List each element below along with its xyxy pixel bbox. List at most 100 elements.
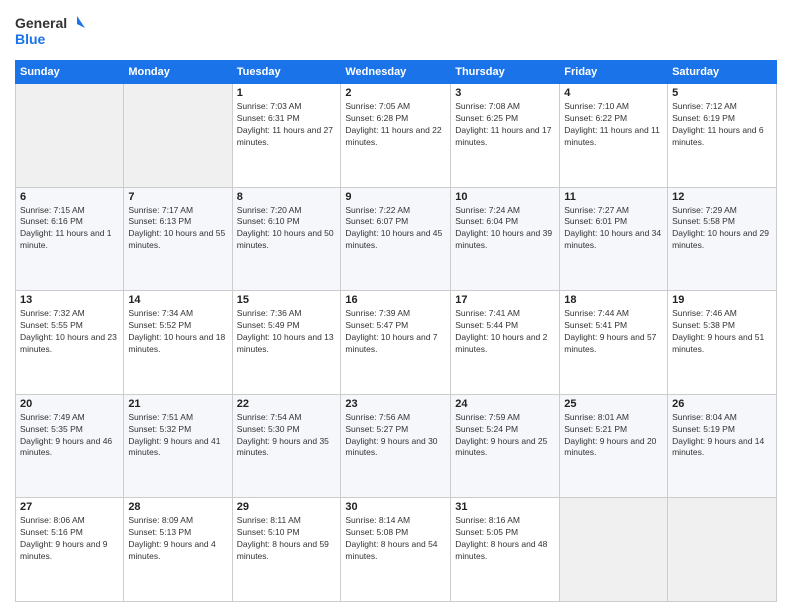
calendar-cell: 22 Sunrise: 7:54 AM Sunset: 5:30 PM Dayli… xyxy=(232,394,341,498)
calendar-cell: 2Sunrise: 7:05 AM Sunset: 6:28 PM Daylig… xyxy=(341,84,451,188)
calendar-cell: 14 Sunrise: 7:34 AM Sunset: 5:52 PM Dayli… xyxy=(124,291,232,395)
day-number: 23 xyxy=(345,398,446,410)
calendar-cell: 20Sunrise: 7:49 AM Sunset: 5:35 PM Dayli… xyxy=(16,394,124,498)
calendar-week-1: 1 Sunrise: 7:03 AM Sunset: 6:31 PM Daylig… xyxy=(16,84,777,188)
day-info: Sunrise: 7:29 AM Sunset: 5:58 PM Dayligh… xyxy=(672,205,772,253)
calendar-cell: 26 Sunrise: 8:04 AM Sunset: 5:19 PM Dayli… xyxy=(668,394,777,498)
calendar-cell: 9 Sunrise: 7:22 AM Sunset: 6:07 PM Daylig… xyxy=(341,187,451,291)
weekday-header-sunday: Sunday xyxy=(16,61,124,84)
day-info: Sunrise: 7:20 AM Sunset: 6:10 PM Dayligh… xyxy=(237,205,337,253)
day-number: 31 xyxy=(455,501,555,513)
day-number: 7 xyxy=(128,191,227,203)
day-number: 19 xyxy=(672,294,772,306)
day-number: 28 xyxy=(128,501,227,513)
day-info: Sunrise: 7:41 AM Sunset: 5:44 PM Dayligh… xyxy=(455,308,555,356)
weekday-header-row: SundayMondayTuesdayWednesdayThursdayFrid… xyxy=(16,61,777,84)
calendar-week-4: 20Sunrise: 7:49 AM Sunset: 5:35 PM Dayli… xyxy=(16,394,777,498)
calendar-cell: 7 Sunrise: 7:17 AM Sunset: 6:13 PM Daylig… xyxy=(124,187,232,291)
day-info: Sunrise: 8:16 AM Sunset: 5:05 PM Dayligh… xyxy=(455,515,555,563)
day-number: 13 xyxy=(20,294,119,306)
weekday-header-wednesday: Wednesday xyxy=(341,61,451,84)
day-number: 26 xyxy=(672,398,772,410)
day-info: Sunrise: 8:04 AM Sunset: 5:19 PM Dayligh… xyxy=(672,412,772,460)
calendar-cell: 12 Sunrise: 7:29 AM Sunset: 5:58 PM Dayli… xyxy=(668,187,777,291)
day-info: Sunrise: 7:59 AM Sunset: 5:24 PM Dayligh… xyxy=(455,412,555,460)
day-number: 18 xyxy=(564,294,663,306)
weekday-header-thursday: Thursday xyxy=(451,61,560,84)
day-info: Sunrise: 7:56 AM Sunset: 5:27 PM Dayligh… xyxy=(345,412,446,460)
weekday-header-tuesday: Tuesday xyxy=(232,61,341,84)
day-info: Sunrise: 7:24 AM Sunset: 6:04 PM Dayligh… xyxy=(455,205,555,253)
calendar-cell: 17 Sunrise: 7:41 AM Sunset: 5:44 PM Dayli… xyxy=(451,291,560,395)
day-number: 6 xyxy=(20,191,119,203)
day-number: 27 xyxy=(20,501,119,513)
day-number: 20 xyxy=(20,398,119,410)
calendar-cell: 11Sunrise: 7:27 AM Sunset: 6:01 PM Dayli… xyxy=(560,187,668,291)
day-info: Sunrise: 7:03 AM Sunset: 6:31 PM Dayligh… xyxy=(237,101,337,149)
day-number: 25 xyxy=(564,398,663,410)
calendar-cell xyxy=(560,498,668,602)
calendar-cell xyxy=(124,84,232,188)
day-number: 29 xyxy=(237,501,337,513)
day-info: Sunrise: 8:14 AM Sunset: 5:08 PM Dayligh… xyxy=(345,515,446,563)
day-number: 14 xyxy=(128,294,227,306)
day-info: Sunrise: 8:01 AM Sunset: 5:21 PM Dayligh… xyxy=(564,412,663,460)
day-number: 17 xyxy=(455,294,555,306)
day-number: 24 xyxy=(455,398,555,410)
day-number: 10 xyxy=(455,191,555,203)
calendar-cell: 13 Sunrise: 7:32 AM Sunset: 5:55 PM Dayli… xyxy=(16,291,124,395)
day-number: 12 xyxy=(672,191,772,203)
logo: General Blue xyxy=(15,10,85,52)
day-number: 16 xyxy=(345,294,446,306)
day-info: Sunrise: 7:08 AM Sunset: 6:25 PM Dayligh… xyxy=(455,101,555,149)
calendar-cell xyxy=(16,84,124,188)
day-info: Sunrise: 8:06 AM Sunset: 5:16 PM Dayligh… xyxy=(20,515,119,563)
page: General Blue SundayMondayTuesdayWednesda… xyxy=(0,0,792,612)
weekday-header-monday: Monday xyxy=(124,61,232,84)
weekday-header-saturday: Saturday xyxy=(668,61,777,84)
calendar-cell: 3Sunrise: 7:08 AM Sunset: 6:25 PM Daylig… xyxy=(451,84,560,188)
day-number: 15 xyxy=(237,294,337,306)
calendar-cell: 6 Sunrise: 7:15 AM Sunset: 6:16 PM Daylig… xyxy=(16,187,124,291)
calendar-cell xyxy=(668,498,777,602)
day-info: Sunrise: 8:11 AM Sunset: 5:10 PM Dayligh… xyxy=(237,515,337,563)
calendar-cell: 19 Sunrise: 7:46 AM Sunset: 5:38 PM Dayli… xyxy=(668,291,777,395)
calendar-cell: 18Sunrise: 7:44 AM Sunset: 5:41 PM Dayli… xyxy=(560,291,668,395)
day-info: Sunrise: 7:27 AM Sunset: 6:01 PM Dayligh… xyxy=(564,205,663,253)
calendar: SundayMondayTuesdayWednesdayThursdayFrid… xyxy=(15,60,777,602)
day-number: 9 xyxy=(345,191,446,203)
day-info: Sunrise: 7:32 AM Sunset: 5:55 PM Dayligh… xyxy=(20,308,119,356)
day-number: 22 xyxy=(237,398,337,410)
calendar-cell: 4Sunrise: 7:10 AM Sunset: 6:22 PM Daylig… xyxy=(560,84,668,188)
day-info: Sunrise: 7:51 AM Sunset: 5:32 PM Dayligh… xyxy=(128,412,227,460)
day-info: Sunrise: 7:17 AM Sunset: 6:13 PM Dayligh… xyxy=(128,205,227,253)
day-info: Sunrise: 7:39 AM Sunset: 5:47 PM Dayligh… xyxy=(345,308,446,356)
day-info: Sunrise: 7:36 AM Sunset: 5:49 PM Dayligh… xyxy=(237,308,337,356)
calendar-week-3: 13 Sunrise: 7:32 AM Sunset: 5:55 PM Dayli… xyxy=(16,291,777,395)
day-number: 1 xyxy=(237,87,337,99)
calendar-cell: 23 Sunrise: 7:56 AM Sunset: 5:27 PM Dayli… xyxy=(341,394,451,498)
svg-text:General: General xyxy=(15,15,67,31)
calendar-cell: 27 Sunrise: 8:06 AM Sunset: 5:16 PM Dayli… xyxy=(16,498,124,602)
day-info: Sunrise: 7:10 AM Sunset: 6:22 PM Dayligh… xyxy=(564,101,663,149)
calendar-cell: 30 Sunrise: 8:14 AM Sunset: 5:08 PM Dayli… xyxy=(341,498,451,602)
day-info: Sunrise: 7:54 AM Sunset: 5:30 PM Dayligh… xyxy=(237,412,337,460)
calendar-cell: 10 Sunrise: 7:24 AM Sunset: 6:04 PM Dayli… xyxy=(451,187,560,291)
day-info: Sunrise: 7:46 AM Sunset: 5:38 PM Dayligh… xyxy=(672,308,772,356)
calendar-cell: 5Sunrise: 7:12 AM Sunset: 6:19 PM Daylig… xyxy=(668,84,777,188)
day-info: Sunrise: 7:34 AM Sunset: 5:52 PM Dayligh… xyxy=(128,308,227,356)
calendar-cell: 21Sunrise: 7:51 AM Sunset: 5:32 PM Dayli… xyxy=(124,394,232,498)
header: General Blue xyxy=(15,10,777,52)
day-number: 30 xyxy=(345,501,446,513)
weekday-header-friday: Friday xyxy=(560,61,668,84)
calendar-cell: 28 Sunrise: 8:09 AM Sunset: 5:13 PM Dayli… xyxy=(124,498,232,602)
day-info: Sunrise: 8:09 AM Sunset: 5:13 PM Dayligh… xyxy=(128,515,227,563)
logo-svg: General Blue xyxy=(15,10,85,52)
calendar-cell: 29 Sunrise: 8:11 AM Sunset: 5:10 PM Dayli… xyxy=(232,498,341,602)
calendar-cell: 15 Sunrise: 7:36 AM Sunset: 5:49 PM Dayli… xyxy=(232,291,341,395)
calendar-cell: 25 Sunrise: 8:01 AM Sunset: 5:21 PM Dayli… xyxy=(560,394,668,498)
day-info: Sunrise: 7:15 AM Sunset: 6:16 PM Dayligh… xyxy=(20,205,119,253)
calendar-cell: 31 Sunrise: 8:16 AM Sunset: 5:05 PM Dayli… xyxy=(451,498,560,602)
calendar-week-5: 27 Sunrise: 8:06 AM Sunset: 5:16 PM Dayli… xyxy=(16,498,777,602)
day-info: Sunrise: 7:22 AM Sunset: 6:07 PM Dayligh… xyxy=(345,205,446,253)
